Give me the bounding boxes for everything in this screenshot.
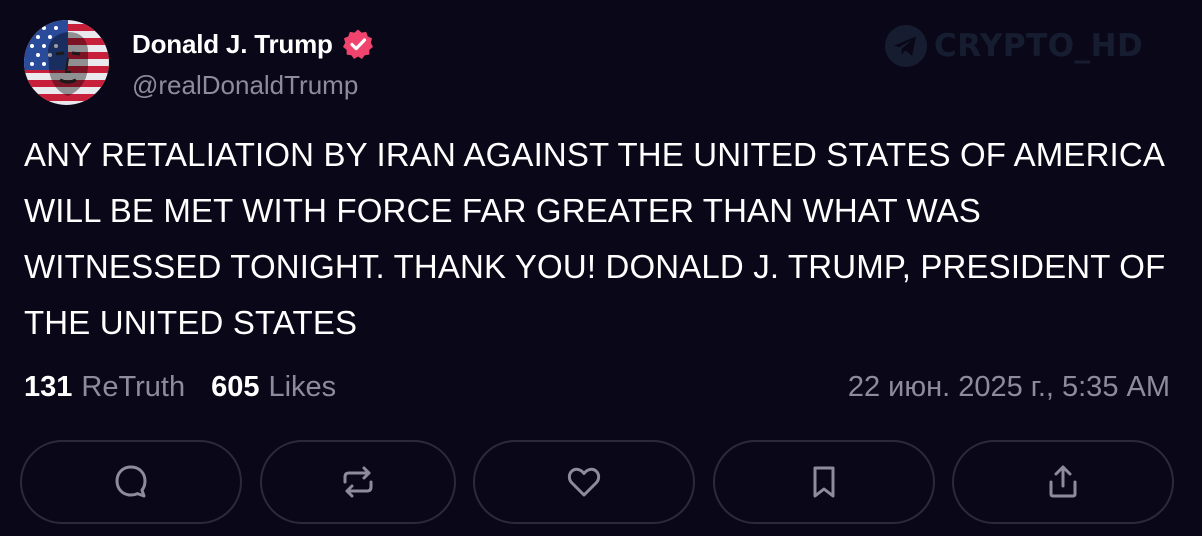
retruth-button[interactable] <box>260 440 456 524</box>
avatar[interactable] <box>24 20 109 105</box>
avatar-image <box>24 20 109 105</box>
user-handle[interactable]: @realDonaldTrump <box>132 70 358 101</box>
heart-icon <box>567 467 601 497</box>
reply-button[interactable] <box>20 440 242 524</box>
watermark-text: CRYPTO_HD <box>934 28 1144 64</box>
telegram-icon <box>885 25 927 67</box>
comment-icon <box>115 465 147 498</box>
post-timestamp: 22 июн. 2025 г., 5:35 AM <box>847 371 1170 403</box>
bookmark-button[interactable] <box>713 440 935 524</box>
post-stats: 131 ReTruth 605 Likes <box>24 366 336 408</box>
share-button[interactable] <box>952 440 1174 524</box>
verified-badge-icon <box>342 29 373 59</box>
author-row: Donald J. Trump <box>132 26 374 62</box>
repost-icon <box>343 466 373 498</box>
retruth-count[interactable]: 131 <box>24 371 72 404</box>
bookmark-icon <box>813 466 835 498</box>
share-icon <box>1049 465 1077 498</box>
likes-count[interactable]: 605 <box>211 371 259 404</box>
likes-label[interactable]: Likes <box>268 371 336 404</box>
display-name[interactable]: Donald J. Trump <box>132 29 333 60</box>
watermark: CRYPTO_HD <box>884 24 1143 68</box>
retruth-label[interactable]: ReTruth <box>81 371 185 404</box>
like-button[interactable] <box>473 440 695 524</box>
post-text: ANY RETALIATION BY IRAN AGAINST THE UNIT… <box>24 136 1166 341</box>
